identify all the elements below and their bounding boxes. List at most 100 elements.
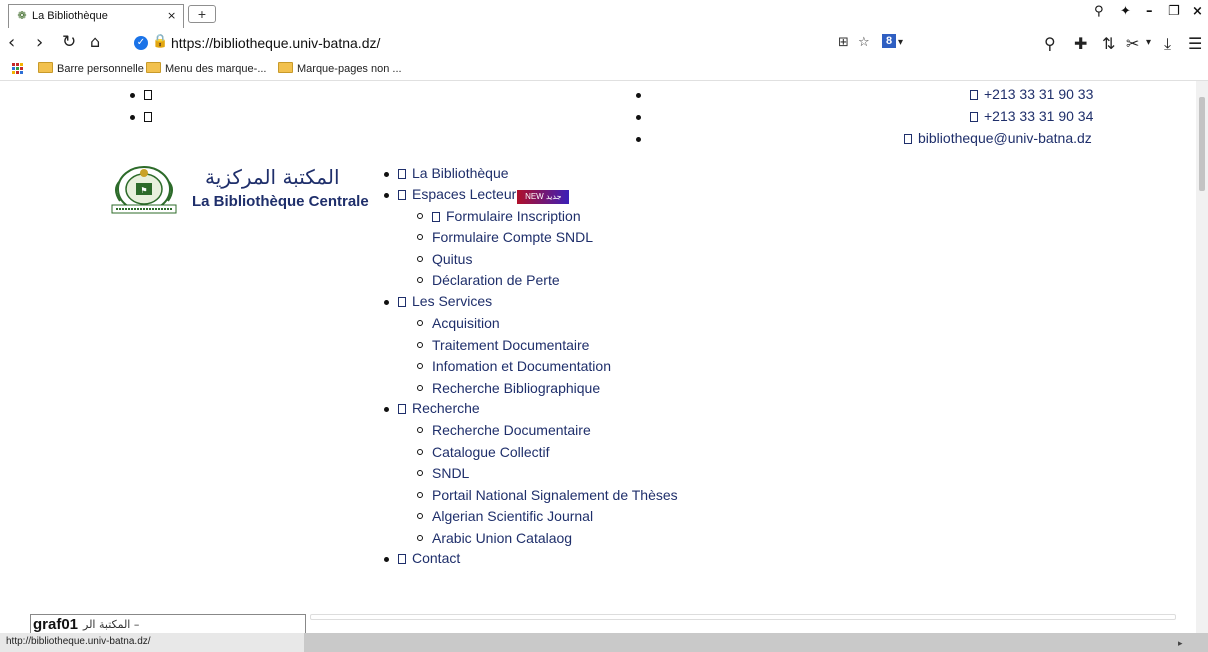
caption-bold: graf01 <box>33 616 79 633</box>
minimize-icon[interactable]: – <box>1146 4 1153 19</box>
list-bullet <box>384 557 389 562</box>
tab-title: La Bibliothèque <box>32 10 108 22</box>
sub-bullet <box>417 342 423 348</box>
caption-arabic: المكتبة الر – <box>83 618 140 631</box>
new-badge: NEW جديد <box>517 190 570 204</box>
submenu-compte-sndl[interactable]: Formulaire Compte SNDL <box>432 228 593 246</box>
top-social-link[interactable] <box>144 107 158 125</box>
search-icon[interactable]: ⚲ <box>1044 34 1056 53</box>
user-icon <box>398 190 406 200</box>
submenu-acquisition[interactable]: Acquisition <box>432 314 500 332</box>
list-bullet <box>636 137 641 142</box>
submenu-recherche-biblio[interactable]: Recherche Bibliographique <box>432 379 600 397</box>
security-shield-icon[interactable]: ✓ <box>134 36 148 50</box>
sub-bullet <box>417 470 423 476</box>
browser-tab[interactable]: ❁ La Bibliothèque × <box>8 4 184 28</box>
list-bullet <box>130 115 135 120</box>
reload-icon[interactable]: ↻ <box>62 32 76 52</box>
site-favicon-icon: ❁ <box>17 9 27 22</box>
submenu-quitus[interactable]: Quitus <box>432 250 472 268</box>
contact-phone-1[interactable]: +213 33 31 90 33 <box>970 85 1093 103</box>
social-icon <box>144 112 152 122</box>
apps-grid-icon[interactable] <box>12 63 23 74</box>
contact-email[interactable]: bibliotheque@univ-batna.dz <box>904 129 1092 147</box>
extension-icon[interactable]: ✚ <box>1074 34 1087 53</box>
engine-dropdown-icon[interactable]: ▾ <box>898 37 903 48</box>
scrollbar-thumb[interactable] <box>1199 97 1205 191</box>
submenu-asjp[interactable]: Algerian Scientific Journal <box>432 507 593 525</box>
status-url: http://bibliotheque.univ-batna.dz/ <box>0 633 304 652</box>
forward-icon[interactable]: › <box>36 32 43 53</box>
footer-caption: graf01 المكتبة الر – <box>30 614 306 634</box>
list-bullet <box>130 93 135 98</box>
close-window-icon[interactable]: × <box>1192 4 1203 19</box>
folder-icon <box>38 62 53 73</box>
bookmark-folder-menu[interactable]: Menu des marque-... <box>146 62 267 75</box>
contact-phone-2[interactable]: +213 33 31 90 34 <box>970 107 1093 125</box>
sync-icon[interactable]: ⇅ <box>1102 34 1115 53</box>
menu-item-recherche[interactable]: Recherche <box>398 399 480 417</box>
menu-item-bibliotheque[interactable]: La Bibliothèque <box>398 164 509 182</box>
list-bullet <box>384 193 389 198</box>
vertical-scrollbar[interactable] <box>1196 81 1208 633</box>
address-bar[interactable]: ✓ 🔒 https://bibliotheque.univ-batna.dz/ … <box>126 32 912 54</box>
menu-item-contact[interactable]: Contact <box>398 549 460 567</box>
sub-bullet <box>417 492 423 498</box>
university-logo[interactable]: ⚑ <box>106 163 182 217</box>
library-arabic-title[interactable]: المكتبة المركزية <box>205 165 340 189</box>
back-icon[interactable]: ‹ <box>8 32 15 53</box>
horizontal-divider <box>310 614 1176 620</box>
cut-icon[interactable]: ✂ <box>1126 34 1139 53</box>
window-mask-icon[interactable]: ⚲ <box>1094 4 1104 19</box>
library-french-title[interactable]: La Bibliothèque Centrale <box>192 193 369 210</box>
contact-icon <box>398 554 406 564</box>
submenu-traitement[interactable]: Traitement Documentaire <box>432 336 589 354</box>
list-bullet <box>384 172 389 177</box>
cut-dropdown-icon[interactable]: ▾ <box>1146 37 1151 48</box>
restore-icon[interactable]: ❐ <box>1168 4 1180 19</box>
sub-bullet <box>417 320 423 326</box>
submenu-formulaire-inscription[interactable]: Formulaire Inscription <box>432 207 581 225</box>
submenu-sndl[interactable]: SNDL <box>432 464 469 482</box>
page-content: +213 33 31 90 33 +213 33 31 90 34 biblio… <box>0 81 1196 634</box>
lock-warning-icon[interactable]: 🔒 <box>152 34 168 49</box>
services-icon <box>398 297 406 307</box>
submenu-catalogue[interactable]: Catalogue Collectif <box>432 443 550 461</box>
tab-strip: ❁ La Bibliothèque × + ⚲ ✦ – ❐ × <box>0 0 1208 30</box>
folder-icon <box>146 62 161 73</box>
home-icon <box>398 169 406 179</box>
tab-close-icon[interactable]: × <box>167 9 176 22</box>
submenu-arabic-union[interactable]: Arabic Union Catalaog <box>432 529 572 547</box>
email-icon <box>904 134 912 144</box>
navigation-bar: ‹ › ↻ ⌂ ✓ 🔒 https://bibliotheque.univ-ba… <box>0 30 1208 58</box>
home-icon[interactable]: ⌂ <box>90 32 100 51</box>
bookmark-folder-personnelle[interactable]: Barre personnelle <box>38 62 144 75</box>
status-bar: http://bibliotheque.univ-batna.dz/ ▸ <box>0 633 1208 652</box>
sub-bullet <box>417 513 423 519</box>
url-text[interactable]: https://bibliotheque.univ-batna.dz/ <box>171 35 380 51</box>
search-icon <box>398 404 406 414</box>
submenu-declaration-perte[interactable]: Déclaration de Perte <box>432 271 560 289</box>
top-social-link[interactable] <box>144 85 158 103</box>
window-pin-icon[interactable]: ✦ <box>1120 4 1131 19</box>
scroll-right-icon[interactable]: ▸ <box>1178 638 1183 649</box>
list-bullet <box>384 407 389 412</box>
translate-icon[interactable]: ⊞ <box>838 35 849 50</box>
sub-bullet <box>417 385 423 391</box>
folder-icon <box>278 62 293 73</box>
menu-icon[interactable]: ☰ <box>1188 34 1202 53</box>
submenu-portail-theses[interactable]: Portail National Signalement de Thèses <box>432 486 678 504</box>
svg-text:⚑: ⚑ <box>140 186 147 195</box>
bookmark-star-icon[interactable]: ☆ <box>858 35 870 50</box>
bookmark-folder-non-classes[interactable]: Marque-pages non ... <box>278 62 402 75</box>
list-bullet <box>636 93 641 98</box>
menu-item-services[interactable]: Les Services <box>398 292 492 310</box>
new-tab-button[interactable]: + <box>188 5 216 23</box>
download-icon[interactable]: ⤓ <box>1164 34 1171 54</box>
menu-item-espaces-lecteur[interactable]: Espaces Lecteur NEW جديد <box>398 185 570 204</box>
sub-bullet <box>417 535 423 541</box>
search-engine-icon[interactable]: 8 <box>882 34 896 48</box>
submenu-information[interactable]: Infomation et Documentation <box>432 357 611 375</box>
submenu-recherche-doc[interactable]: Recherche Documentaire <box>432 421 591 439</box>
bookmarks-bar: Barre personnelle Menu des marque-... Ma… <box>0 58 1208 81</box>
